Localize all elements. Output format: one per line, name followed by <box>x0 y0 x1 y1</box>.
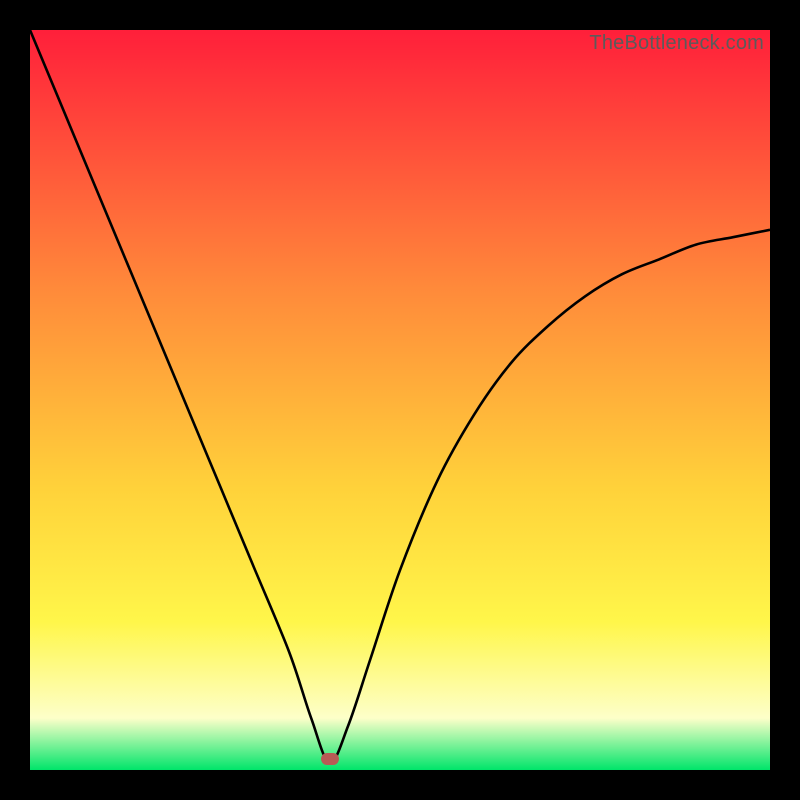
chart-minimum-marker <box>321 753 339 765</box>
watermark-text: TheBottleneck.com <box>589 32 764 55</box>
chart-frame: TheBottleneck.com <box>0 0 800 800</box>
chart-plot-area: TheBottleneck.com <box>30 30 770 770</box>
chart-background-gradient <box>30 30 770 770</box>
